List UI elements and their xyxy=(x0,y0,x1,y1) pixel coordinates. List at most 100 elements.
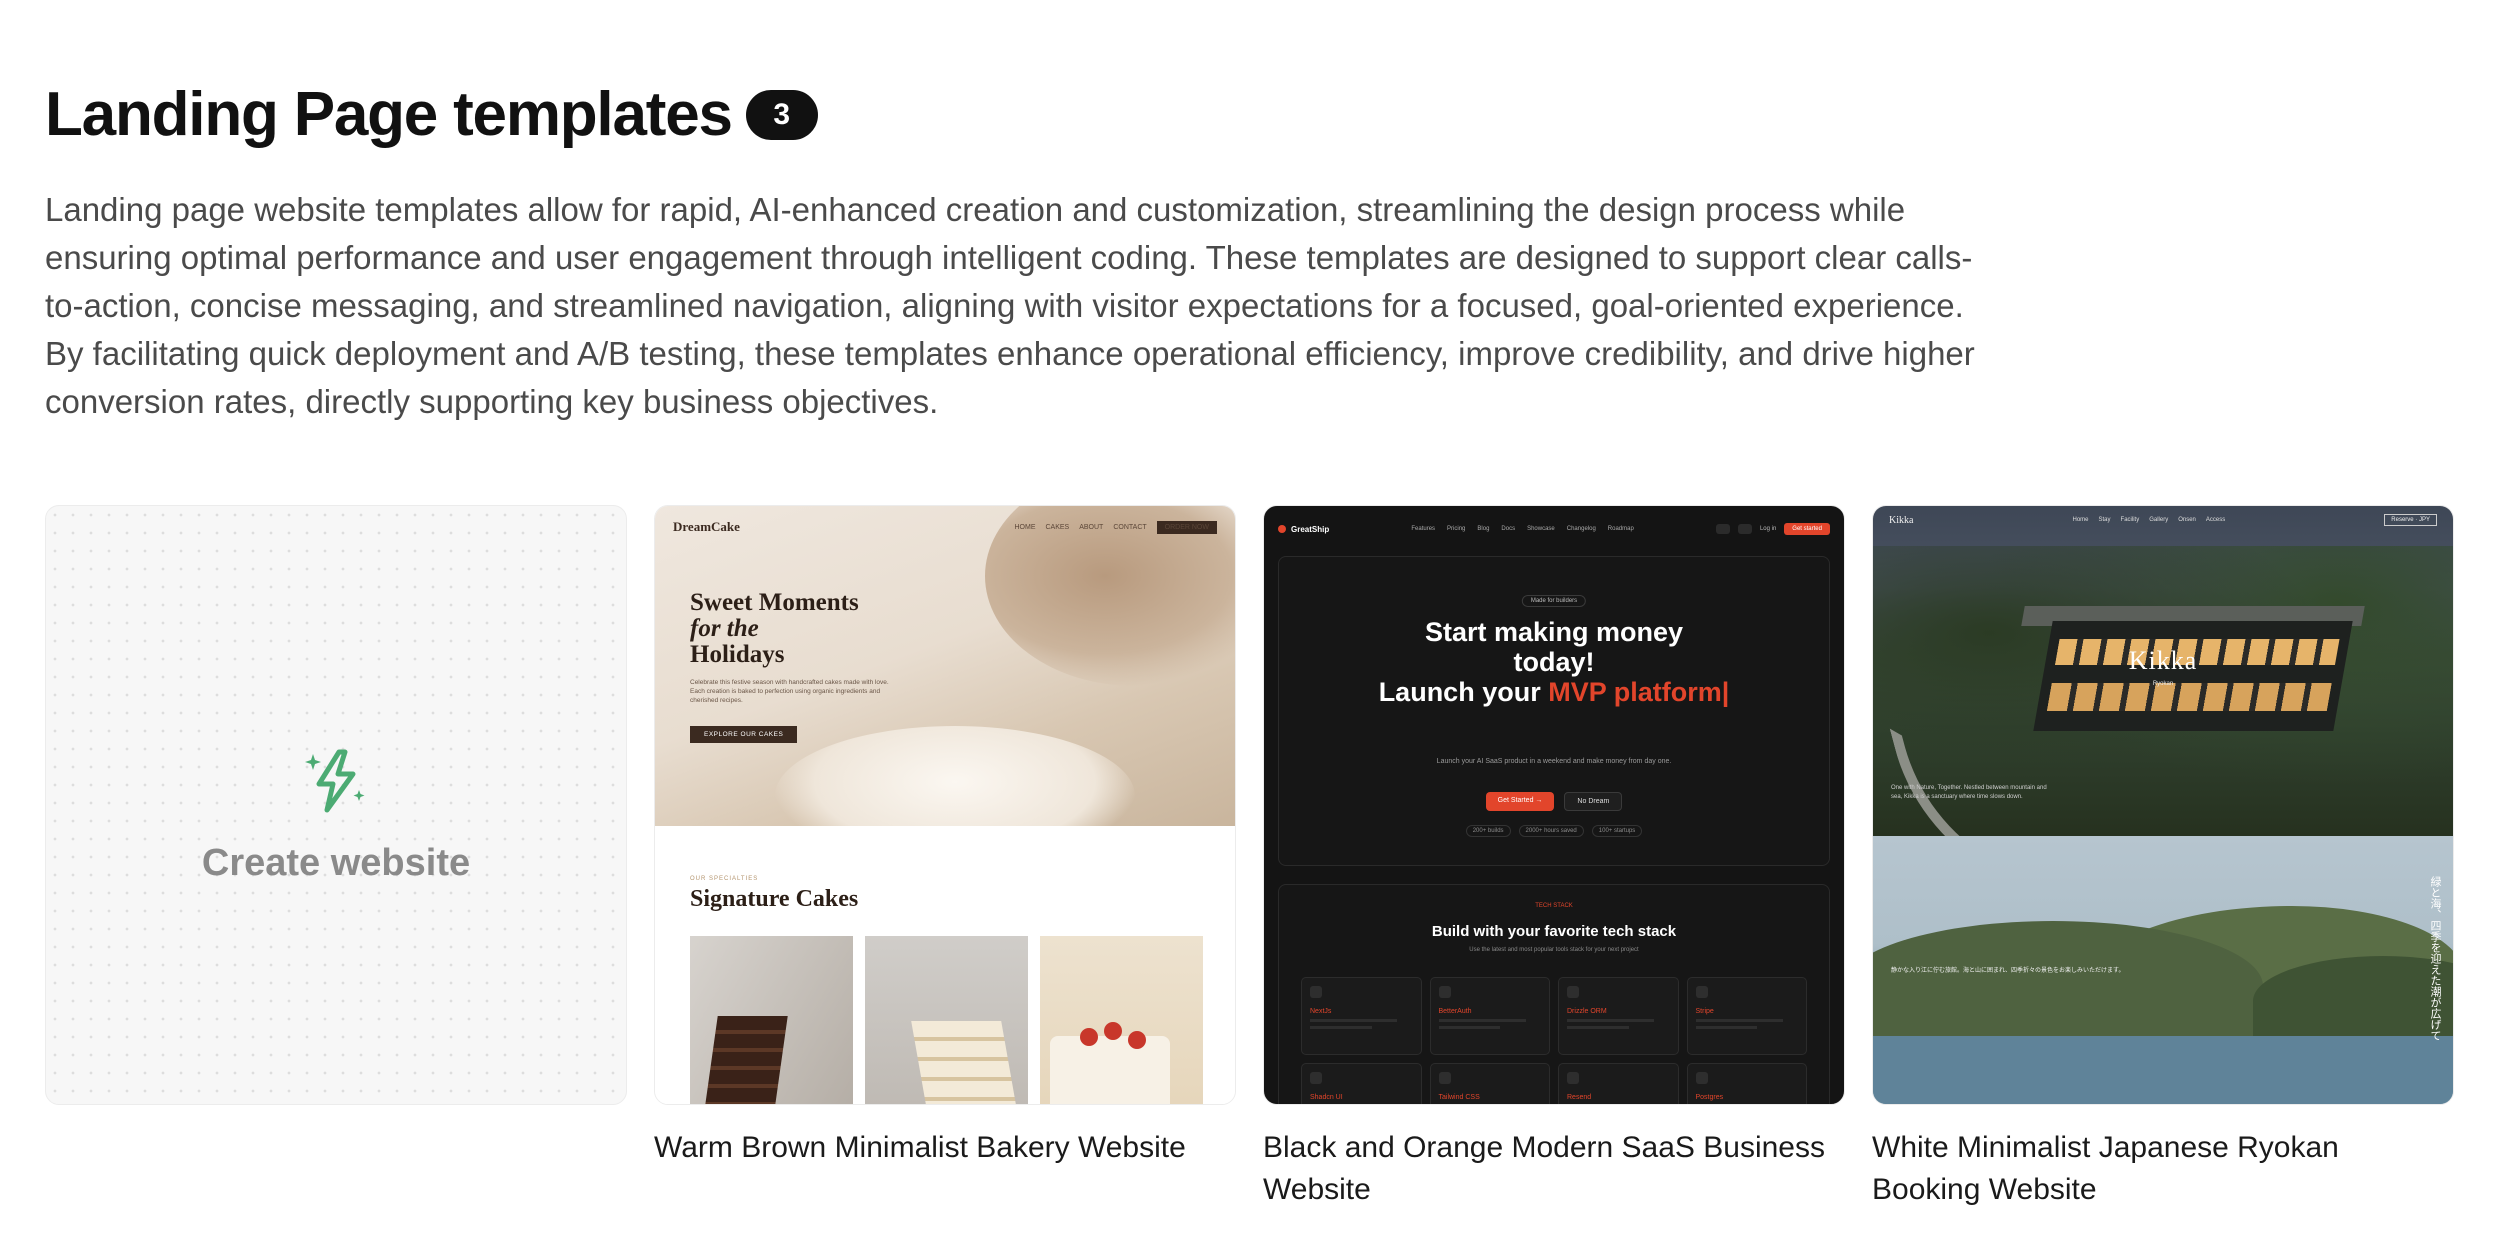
create-website-label: Create website xyxy=(201,841,471,884)
cake-image xyxy=(690,936,853,1104)
section-title: Landing Page templates xyxy=(45,80,733,149)
tech-icon xyxy=(1567,1072,1579,1084)
saas-hero: Made for builders Start making money tod… xyxy=(1278,556,1830,866)
saas-nav-item: Roadmap xyxy=(1607,526,1634,532)
template-grid: Create website DreamCake HOME CAKES ABOU… xyxy=(45,505,2454,1211)
bakery-order-button: ORDER NOW xyxy=(1156,520,1217,534)
saas-tech-grid: NextJs BetterAuth Drizzle ORM Stripe Sha… xyxy=(1301,977,1807,1104)
ryokan-coast-image: 静かな入り江に佇む旅館。海と山に囲まれ、四季折々の景色をお楽しみいただけます。 … xyxy=(1873,836,2453,1104)
template-caption[interactable]: White Minimalist Japanese Ryokan Booking… xyxy=(1872,1127,2454,1211)
ryokan-hero-caption: One with Nature, Together. Nestled betwe… xyxy=(1891,785,2047,800)
saas-headline: Start making money today! Launch your MV… xyxy=(1279,617,1829,707)
create-website-card[interactable]: Create website xyxy=(45,505,627,1211)
ryokan-vertical-text: 緑と海、四季を迎えた潮が広げて xyxy=(2429,876,2442,1041)
saas-stat: 2000+ hours saved xyxy=(1518,825,1584,837)
templates-section: Landing Page templates 3 Landing page we… xyxy=(45,80,2465,426)
saas-headline-line: Start making money xyxy=(1424,617,1684,647)
template-card-ryokan[interactable]: Kikka Home Stay Facility Gallery Onsen A… xyxy=(1872,505,2454,1211)
tech-icon xyxy=(1695,986,1708,998)
tech-name: BetterAuth xyxy=(1438,1008,1472,1015)
saas-navbar: GreatShip Features Pricing Blog Docs Sho… xyxy=(1278,518,1830,540)
bakery-hero-subtitle: Celebrate this festive season with handc… xyxy=(690,679,889,704)
saas-get-started-small: Get started xyxy=(1784,523,1830,535)
bakery-hero-line: Sweet Moments xyxy=(690,589,859,616)
cake-image xyxy=(865,936,1028,1104)
tech-card: Resend xyxy=(1558,1063,1679,1104)
template-preview-ryokan[interactable]: Kikka Home Stay Facility Gallery Onsen A… xyxy=(1872,505,2454,1105)
template-caption[interactable]: Warm Brown Minimalist Bakery Website xyxy=(654,1127,1236,1169)
saas-headline-accent: MVP platform| xyxy=(1548,677,1730,707)
saas-tech-section: TECH STACK Build with your favorite tech… xyxy=(1278,884,1830,1104)
ryokan-nav-item: Gallery xyxy=(2149,517,2169,523)
bakery-nav-item: CONTACT xyxy=(1113,523,1147,531)
ryokan-body-text: 静かな入り江に佇む旅館。海と山に囲まれ、四季折々の景色をお楽しみいただけます。 xyxy=(1891,968,2125,974)
template-preview-bakery[interactable]: DreamCake HOME CAKES ABOUT CONTACT ORDER… xyxy=(654,505,1236,1105)
bakery-hero-title: Sweet Moments for the Holidays xyxy=(690,590,859,668)
saas-nav-item: Docs xyxy=(1501,526,1516,532)
bakery-section-title: Signature Cakes xyxy=(690,886,859,912)
saas-nav-item: Blog xyxy=(1477,526,1490,532)
template-preview-saas[interactable]: GreatShip Features Pricing Blog Docs Sho… xyxy=(1263,505,1845,1105)
ryokan-nav-item: Home xyxy=(2072,517,2089,523)
section-heading: Landing Page templates 3 xyxy=(45,80,2465,150)
saas-logo-text: GreatShip xyxy=(1291,524,1330,534)
tech-name: Postgres xyxy=(1695,1094,1724,1101)
tech-icon xyxy=(1695,1072,1708,1084)
bakery-nav-item: ABOUT xyxy=(1079,523,1104,531)
bakery-cake-tiles xyxy=(690,936,1203,1104)
bakery-navbar: DreamCake HOME CAKES ABOUT CONTACT ORDER… xyxy=(673,516,1217,538)
tech-card: Drizzle ORM xyxy=(1558,977,1679,1055)
ryokan-nav-item: Facility xyxy=(2120,517,2140,523)
saas-stat: 200+ builds xyxy=(1465,825,1511,837)
tech-icon xyxy=(1567,986,1579,998)
saas-nav-item: Features xyxy=(1411,526,1436,532)
ryokan-navbar: Kikka Home Stay Facility Gallery Onsen A… xyxy=(1889,514,2437,526)
cake-image xyxy=(1040,936,1203,1104)
bakery-hero-line: for the xyxy=(690,615,759,642)
count-badge: 3 xyxy=(745,90,818,140)
tech-card: Shadcn UI xyxy=(1301,1063,1422,1104)
saas-nav-item: Showcase xyxy=(1527,526,1555,532)
bakery-logo: DreamCake xyxy=(673,519,740,534)
tech-icon xyxy=(1310,986,1322,998)
saas-tech-title: Build with your favorite tech stack xyxy=(1431,923,1677,940)
tech-name: Shadcn UI xyxy=(1310,1094,1343,1101)
bakery-nav-item: HOME xyxy=(1014,523,1036,531)
sparkle-bolt-icon xyxy=(305,749,365,812)
bakery-eyebrow: OUR SPECIALTIES xyxy=(690,876,759,882)
tech-card: NextJs xyxy=(1301,977,1422,1055)
saas-logo-icon xyxy=(1278,525,1286,533)
saas-hero-subtitle: Launch your AI SaaS product in a weekend… xyxy=(1436,758,1672,765)
template-card-saas[interactable]: GreatShip Features Pricing Blog Docs Sho… xyxy=(1263,505,1845,1211)
template-caption[interactable]: Black and Orange Modern SaaS Business We… xyxy=(1263,1127,1845,1211)
template-card-bakery[interactable]: DreamCake HOME CAKES ABOUT CONTACT ORDER… xyxy=(654,505,1236,1211)
ryokan-hero-subtitle: Ryokan xyxy=(2152,681,2174,687)
ryokan-logo: Kikka xyxy=(1889,514,1914,526)
ryokan-nav-item: Access xyxy=(2205,517,2226,523)
section-description: Landing page website templates allow for… xyxy=(45,191,1975,420)
bakery-nav-item: CAKES xyxy=(1045,523,1070,531)
saas-tech-subtitle: Use the latest and most popular tools st… xyxy=(1469,947,1639,953)
saas-tag: Made for builders xyxy=(1521,595,1587,607)
tech-name: Drizzle ORM xyxy=(1567,1008,1607,1015)
create-website-button[interactable]: Create website xyxy=(45,505,627,1105)
tech-card: BetterAuth xyxy=(1429,977,1550,1055)
saas-nav-item: Changelog xyxy=(1566,526,1596,532)
language-icon xyxy=(1737,524,1752,534)
tech-name: Resend xyxy=(1567,1094,1592,1101)
bakery-hero-line: Holidays xyxy=(690,641,785,668)
tech-name: NextJs xyxy=(1310,1008,1332,1015)
tech-icon xyxy=(1438,1072,1451,1084)
tech-card: Postgres xyxy=(1686,1063,1807,1104)
saas-logo: GreatShip xyxy=(1278,525,1329,534)
ryokan-reserve-button: Reserve · JPY xyxy=(2384,514,2437,526)
saas-cta-primary: Get Started → xyxy=(1485,792,1555,811)
tech-name: Tailwind CSS xyxy=(1438,1094,1480,1101)
saas-stat: 100+ startups xyxy=(1591,825,1643,837)
saas-headline-line: Launch your xyxy=(1378,677,1541,707)
tech-icon xyxy=(1438,986,1451,998)
saas-login: Log in xyxy=(1759,526,1777,532)
bakery-lower-section: OUR SPECIALTIES Signature Cakes xyxy=(655,826,1235,1104)
tech-card: Tailwind CSS xyxy=(1429,1063,1550,1104)
tech-card: Stripe xyxy=(1686,977,1807,1055)
